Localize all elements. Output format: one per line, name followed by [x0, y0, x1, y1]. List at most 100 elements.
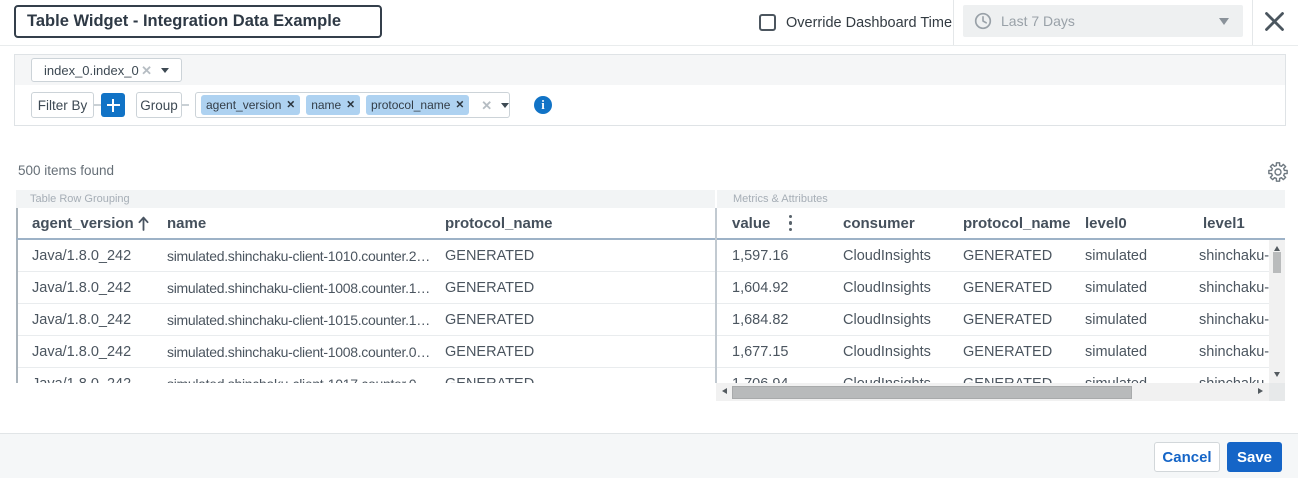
time-range-select[interactable]: Last 7 Days: [963, 5, 1243, 37]
table-cell: 1,706.94: [717, 376, 828, 384]
table-body-right: 1,597.16 CloudInsights GENERATED simulat…: [717, 240, 1285, 383]
table-cell: simulated: [1070, 312, 1188, 328]
table-cell: Java/1.8.0_242: [18, 344, 153, 360]
column-menu-icon[interactable]: [789, 215, 793, 231]
table-cell: GENERATED: [431, 344, 715, 360]
index-remove-icon[interactable]: ✕: [141, 64, 152, 77]
scroll-down-icon[interactable]: [1274, 372, 1280, 377]
column-header-agent-version[interactable]: agent_version: [18, 215, 153, 232]
table-cell: GENERATED: [948, 344, 1070, 360]
horizontal-scrollbar[interactable]: [716, 383, 1269, 401]
column-header-label: level0: [1085, 215, 1127, 232]
scroll-left-icon[interactable]: [722, 388, 727, 394]
group-header-table-row-grouping: Table Row Grouping: [16, 190, 715, 208]
table-cell: 1,597.16: [717, 248, 828, 264]
group-by-select[interactable]: agent_version ✕ name ✕ protocol_name ✕ ✕: [195, 92, 510, 118]
table-row[interactable]: Java/1.8.0_242 simulated.shinchaku-clien…: [18, 304, 715, 336]
table-cell: Java/1.8.0_242: [18, 280, 153, 296]
column-header-value[interactable]: value: [717, 215, 828, 232]
query-filter-row: Filter By Group agent_version ✕ name ✕ p…: [15, 85, 1285, 125]
index-selector-value: index_0.index_0: [44, 63, 139, 78]
group-header-metrics-attributes: Metrics & Attributes: [717, 190, 1285, 208]
column-header-label: level1: [1203, 215, 1245, 232]
chip-remove-icon[interactable]: ✕: [346, 100, 355, 111]
filter-by-label: Filter By: [31, 92, 94, 118]
header-divider: [0, 45, 1298, 46]
connector-line: [182, 104, 189, 106]
table-cell: Java/1.8.0_242: [18, 248, 153, 264]
chip-remove-icon[interactable]: ✕: [455, 100, 464, 111]
table-cell: CloudInsights: [828, 376, 948, 384]
table-row[interactable]: 1,597.16 CloudInsights GENERATED simulat…: [717, 240, 1285, 272]
table-row[interactable]: Java/1.8.0_242 simulated.shinchaku-clien…: [18, 336, 715, 368]
column-header-protocol-name[interactable]: protocol_name: [431, 215, 717, 232]
widget-title-input[interactable]: [14, 5, 382, 38]
override-dashboard-time-label: Override Dashboard Time: [786, 15, 952, 31]
topbar-divider-2: [1252, 0, 1253, 45]
table-cell: GENERATED: [948, 248, 1070, 264]
group-chip: protocol_name ✕: [366, 95, 469, 115]
vertical-scrollbar[interactable]: [1269, 240, 1285, 383]
table-cell: simulated: [1070, 344, 1188, 360]
save-button[interactable]: Save: [1227, 442, 1282, 472]
table-cell: GENERATED: [948, 312, 1070, 328]
group-chip-label: agent_version: [206, 98, 281, 112]
table-cell: GENERATED: [948, 280, 1070, 296]
table-cell: CloudInsights: [828, 312, 948, 328]
clock-icon: [974, 12, 992, 30]
table-cell: GENERATED: [948, 376, 1070, 384]
scroll-up-icon[interactable]: [1274, 246, 1280, 251]
table-cell: GENERATED: [431, 376, 715, 384]
table-row[interactable]: Java/1.8.0_242 simulated.shinchaku-clien…: [18, 272, 715, 304]
query-panel: index_0.index_0 ✕ Filter By Group agent_…: [14, 54, 1286, 126]
scrollbar-corner: [1269, 383, 1285, 401]
chevron-down-icon[interactable]: [161, 68, 169, 73]
table-cell-name: simulated.shinchaku-client-1010.counter.…: [153, 248, 431, 264]
close-icon: [1263, 10, 1286, 33]
items-found-count: 500 items found: [18, 163, 114, 178]
table-cell-name: simulated.shinchaku-client-1015.counter.…: [153, 312, 431, 328]
vertical-scroll-thumb[interactable]: [1273, 252, 1281, 273]
table-row[interactable]: 1,677.15 CloudInsights GENERATED simulat…: [717, 336, 1285, 368]
info-icon[interactable]: i: [534, 96, 552, 114]
gear-icon[interactable]: [1268, 162, 1288, 182]
horizontal-scroll-thumb[interactable]: [732, 386, 1132, 399]
chevron-down-icon[interactable]: [501, 103, 509, 108]
table-body-left: Java/1.8.0_242 simulated.shinchaku-clien…: [16, 240, 715, 383]
add-filter-button[interactable]: [101, 93, 125, 117]
column-header-level1[interactable]: level1: [1188, 215, 1285, 232]
scroll-right-icon[interactable]: [1258, 388, 1263, 394]
table-cell: CloudInsights: [828, 344, 948, 360]
column-header-name[interactable]: name: [153, 215, 431, 232]
table-row[interactable]: 1,604.92 CloudInsights GENERATED simulat…: [717, 272, 1285, 304]
table-cell: 1,604.92: [717, 280, 828, 296]
table-row[interactable]: 1,706.94 CloudInsights GENERATED simulat…: [717, 368, 1285, 383]
column-header-label: name: [167, 215, 206, 232]
topbar-divider: [953, 0, 954, 45]
table-row[interactable]: 1,684.82 CloudInsights GENERATED simulat…: [717, 304, 1285, 336]
footer-bar: [0, 433, 1298, 478]
chip-remove-icon[interactable]: ✕: [286, 100, 295, 111]
column-header-consumer[interactable]: consumer: [828, 215, 948, 232]
column-header-label: protocol_name: [445, 215, 553, 232]
table-cell: GENERATED: [431, 312, 715, 328]
table-row[interactable]: Java/1.8.0_242 simulated.shinchaku-clien…: [18, 240, 715, 272]
close-button[interactable]: [1260, 7, 1288, 35]
table-cell-name: simulated.shinchaku-client-1008.counter.…: [153, 344, 431, 360]
table-header-right: value consumer protocol_name level0 leve…: [717, 208, 1285, 238]
table-cell: simulated: [1070, 376, 1188, 384]
index-selector[interactable]: index_0.index_0 ✕: [31, 58, 182, 82]
table-cell: simulated: [1070, 280, 1188, 296]
table-cell: CloudInsights: [828, 248, 948, 264]
table-cell: simulated: [1070, 248, 1188, 264]
column-header-label: consumer: [843, 215, 915, 232]
table-row[interactable]: Java/1.8.0_242 simulated.shinchaku-clien…: [18, 368, 715, 383]
cancel-button[interactable]: Cancel: [1154, 442, 1220, 472]
time-range-value: Last 7 Days: [1001, 13, 1075, 29]
column-header-protocol-name-attr[interactable]: protocol_name: [948, 215, 1070, 232]
column-header-label: protocol_name: [963, 215, 1071, 232]
clear-all-icon[interactable]: ✕: [481, 99, 492, 112]
table-cell: GENERATED: [431, 248, 715, 264]
column-header-level0[interactable]: level0: [1070, 215, 1188, 232]
override-dashboard-time-checkbox[interactable]: [759, 14, 776, 31]
